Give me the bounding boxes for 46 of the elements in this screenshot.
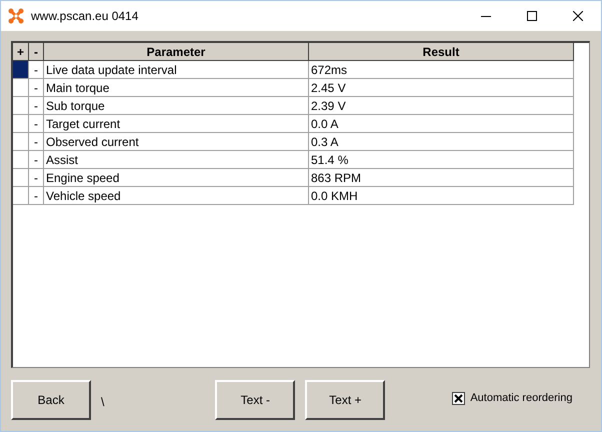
text-increase-button[interactable]: Text + [305, 380, 386, 420]
row-selector[interactable] [13, 61, 29, 79]
table-cell: 0.3 A [309, 133, 574, 151]
row-selector[interactable] [13, 79, 29, 97]
table-cell: Main torque [44, 79, 309, 97]
column-header[interactable]: - [29, 43, 44, 61]
app-logo-icon [8, 8, 24, 24]
row-selector[interactable] [13, 133, 29, 151]
column-header[interactable]: + [13, 43, 29, 61]
close-icon [573, 11, 583, 21]
table-cell: - [29, 61, 44, 79]
table-cell: Engine speed [44, 169, 309, 187]
table-cell: - [29, 133, 44, 151]
table-cell: Target current [44, 115, 309, 133]
table-cell: - [29, 187, 44, 205]
row-selector[interactable] [13, 115, 29, 133]
back-button[interactable]: Back [11, 380, 91, 420]
table-cell: 863 RPM [309, 169, 574, 187]
table-cell: 2.39 V [309, 97, 574, 115]
checkbox[interactable] [452, 392, 466, 404]
table-cell: Observed current [44, 133, 309, 151]
table-cell: Sub torque [44, 97, 309, 115]
text-decrease-button[interactable]: Text - [215, 380, 296, 420]
row-selector[interactable] [13, 151, 29, 169]
column-header[interactable]: Parameter [44, 43, 309, 61]
checkbox-label: Automatic reordering [470, 390, 572, 406]
table-cell: - [29, 151, 44, 169]
table-cell: Live data update interval [44, 61, 309, 79]
table-cell: 51.4 % [309, 151, 574, 169]
table-cell: Vehicle speed [44, 187, 309, 205]
table-cell: 0.0 A [309, 115, 574, 133]
row-selector[interactable] [13, 97, 29, 115]
table-cell: - [29, 169, 44, 187]
table-cell: - [29, 115, 44, 133]
table-cell: 0.0 KMH [309, 187, 574, 205]
table-cell: - [29, 79, 44, 97]
path-label: \ [101, 394, 104, 411]
column-header[interactable]: Result [309, 43, 574, 61]
row-selector[interactable] [13, 169, 29, 187]
maximize-icon [527, 11, 537, 21]
row-selector[interactable] [13, 187, 29, 205]
table-cell: 2.45 V [309, 79, 574, 97]
table-cell: - [29, 97, 44, 115]
table-cell: Assist [44, 151, 309, 169]
table-cell: 672ms [309, 61, 574, 79]
window-title: www.pscan.eu 0414 [31, 8, 138, 25]
